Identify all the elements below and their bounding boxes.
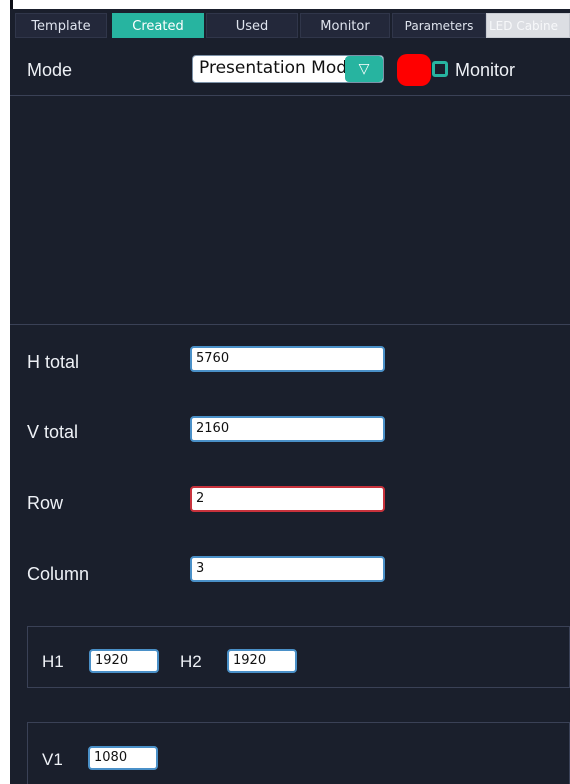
- v-group-box: V1 1080: [27, 722, 570, 784]
- tab-used[interactable]: Used: [206, 13, 298, 38]
- h2-input[interactable]: 1920: [227, 649, 297, 673]
- row-label: Row: [27, 493, 64, 513]
- monitor-label: Monitor: [455, 60, 516, 80]
- tab-created[interactable]: Created: [112, 13, 204, 38]
- parameters-panel: Template Created Used Monitor Parameters…: [10, 9, 570, 784]
- divider-bottom: [10, 324, 570, 325]
- h-total-input[interactable]: 5760: [190, 346, 385, 372]
- divider-top: [10, 95, 570, 96]
- monitor-checkbox[interactable]: [432, 61, 448, 77]
- monitor-indicator: [397, 54, 431, 86]
- h1-input[interactable]: 1920: [89, 649, 159, 673]
- tab-monitor[interactable]: Monitor: [300, 13, 390, 38]
- mode-select[interactable]: Presentation Mode ▽: [192, 55, 384, 83]
- row-input[interactable]: 2: [190, 486, 385, 512]
- v-total-label: V total: [27, 422, 79, 442]
- v1-input[interactable]: 1080: [88, 746, 158, 770]
- column-input[interactable]: 3: [190, 556, 385, 582]
- v-total-input[interactable]: 2160: [190, 416, 385, 442]
- h1-label: H1: [42, 652, 64, 671]
- h2-label: H2: [180, 652, 202, 671]
- tab-template[interactable]: Template: [15, 13, 107, 38]
- tab-led-cabinet[interactable]: LED Cabine: [486, 13, 570, 38]
- h-total-label: H total: [27, 352, 80, 372]
- v1-label: V1: [42, 750, 63, 769]
- tab-parameters[interactable]: Parameters: [392, 13, 486, 38]
- mode-select-value: Presentation Mode: [199, 58, 358, 78]
- tab-bar: Template Created Used Monitor Parameters…: [10, 9, 570, 41]
- h-group-box: H1 1920 H2 1920: [27, 626, 570, 688]
- column-label: Column: [27, 564, 90, 584]
- mode-label: Mode: [27, 60, 73, 80]
- dropdown-arrow-icon[interactable]: ▽: [345, 56, 383, 82]
